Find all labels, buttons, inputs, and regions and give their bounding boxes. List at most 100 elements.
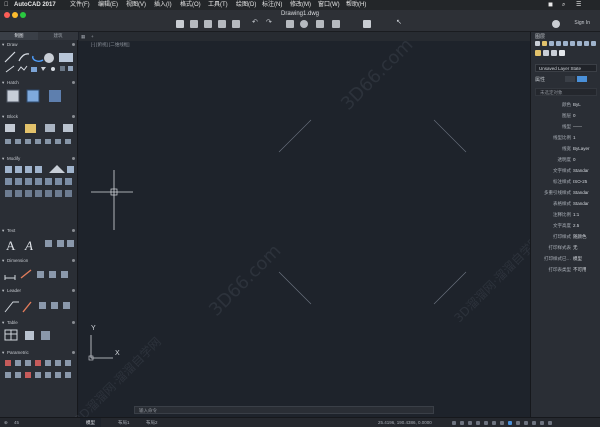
property-value[interactable]: 1 [573,133,600,142]
write-block-icon[interactable] [5,139,11,144]
define-attribute-icon[interactable] [15,139,21,144]
options-icon[interactable] [72,321,75,324]
property-row[interactable]: 注释比例 1:1 [531,210,600,219]
property-value[interactable]: 0 [573,155,600,164]
selection-cycle-icon[interactable] [508,421,512,425]
property-value[interactable]: 不可用 [573,265,600,274]
gradient-icon[interactable] [26,89,40,103]
fix-icon[interactable] [35,360,41,366]
hatch-icon[interactable] [6,89,20,103]
property-value[interactable]: 1:1 [573,210,600,219]
menu-modify[interactable]: 修改(M) [290,0,311,10]
stretch-icon[interactable] [25,166,32,173]
property-value[interactable]: Standar [573,166,600,175]
point-icon[interactable] [51,67,55,71]
find-text-icon[interactable] [67,240,74,247]
section-draw[interactable]: ▾ Draw [0,42,78,48]
clip-icon[interactable] [65,139,71,144]
tab-layout1[interactable]: 布局1 [112,418,136,427]
layer-props-icon[interactable] [535,41,540,46]
menu-window[interactable]: 窗口(W) [318,0,340,10]
lineweight-icon[interactable] [500,421,504,425]
property-value[interactable]: Standar [573,199,600,208]
horizontal-icon[interactable] [65,360,71,366]
property-value[interactable]: 无 [573,243,600,252]
mirror-icon[interactable] [49,165,65,173]
folder-icon[interactable] [232,20,240,28]
remove-leader-icon[interactable] [39,302,46,309]
polyline-tool-icon[interactable] [18,53,30,62]
menu-draw[interactable]: 绘图(D) [236,0,256,10]
command-line[interactable]: 输入命令 [134,406,434,414]
layer-prev-icon[interactable] [584,41,589,46]
tangent-icon[interactable] [15,372,21,378]
property-row[interactable]: 打印表类型 不可用 [531,265,600,274]
osnap-icon[interactable] [484,421,488,425]
tab-architecture[interactable]: 建筑 [39,32,77,40]
property-value[interactable]: 模型 [573,254,600,263]
section-modify[interactable]: ▾ Modify [0,156,78,162]
layer-walk-icon[interactable] [591,41,596,46]
property-row[interactable]: 透明度 0 [531,155,600,164]
grid-icon[interactable] [460,421,464,425]
smooth-icon[interactable] [25,372,31,378]
plot-icon[interactable] [286,20,294,28]
sign-in-button[interactable]: Sign In [574,20,590,26]
new-file-icon[interactable] [176,20,184,28]
isolate-icon[interactable] [532,421,536,425]
layer-new-icon[interactable] [542,41,547,46]
break-icon[interactable] [5,190,12,197]
annotation-icon[interactable] [516,421,520,425]
section-table[interactable]: ▾ Table [0,320,78,326]
layer-lock-open-icon[interactable] [551,50,557,56]
options-icon[interactable] [72,351,75,354]
circle-tool-icon[interactable] [44,53,54,63]
property-row[interactable]: 颜色 ByL [531,100,600,109]
layer-color-swatch[interactable] [559,50,565,56]
layer-state-dropdown[interactable]: Unsaved Layer State [535,64,597,72]
cursor-icon[interactable]: ↖ [396,18,404,26]
customize-icon[interactable] [548,421,552,425]
menu-insert[interactable]: 插入(I) [154,0,172,10]
property-row[interactable]: 表格样式 Standar [531,199,600,208]
xref-icon[interactable] [55,139,61,144]
ray-icon[interactable] [5,65,15,73]
select-objects-icon[interactable] [577,76,587,82]
mtext-icon[interactable]: A [6,238,16,253]
insert-block-icon[interactable] [5,124,15,132]
trim-icon[interactable] [5,178,12,185]
line-tool-icon[interactable] [4,51,16,63]
single-text-icon[interactable]: A [24,238,33,253]
menu-view[interactable]: 视图(V) [126,0,146,10]
save-icon[interactable] [204,20,212,28]
lengthen-icon[interactable] [25,190,32,197]
zoom-icon[interactable]: ⊕ [4,418,8,427]
property-row[interactable]: 打印样式 随颜色 [531,232,600,241]
app-menu[interactable]: AutoCAD 2017 [14,0,56,10]
polygon-icon[interactable] [41,67,46,71]
layout-icon[interactable] [332,20,340,28]
linear-dim-icon[interactable] [4,275,16,280]
otrack-icon[interactable] [492,421,496,425]
menu-tools[interactable]: 工具(T) [208,0,228,10]
workspace-icon[interactable] [524,421,528,425]
mleader-icon[interactable] [4,301,19,313]
fillet-icon[interactable] [25,178,32,185]
property-value[interactable]: —— [573,122,600,131]
property-row[interactable]: 线型比例 1 [531,133,600,142]
wipeout-icon[interactable] [60,66,65,71]
chamfer-icon[interactable] [35,178,42,185]
property-row[interactable]: 文字高度 2.5 [531,221,600,230]
property-value[interactable]: Standar [573,188,600,197]
block-attribute-icon[interactable] [63,124,73,132]
tab-layout2[interactable]: 布局2 [140,418,164,427]
property-row[interactable]: 图层 0 [531,111,600,120]
extend-icon[interactable] [15,178,22,185]
spell-check-icon[interactable] [57,240,64,247]
text-style-icon[interactable] [45,240,52,247]
property-row[interactable]: 打印样式表无 [531,243,600,252]
equal-icon[interactable] [45,372,51,378]
layer-off-icon[interactable] [549,41,554,46]
snap-icon[interactable] [452,421,456,425]
explode-icon[interactable] [65,178,72,185]
